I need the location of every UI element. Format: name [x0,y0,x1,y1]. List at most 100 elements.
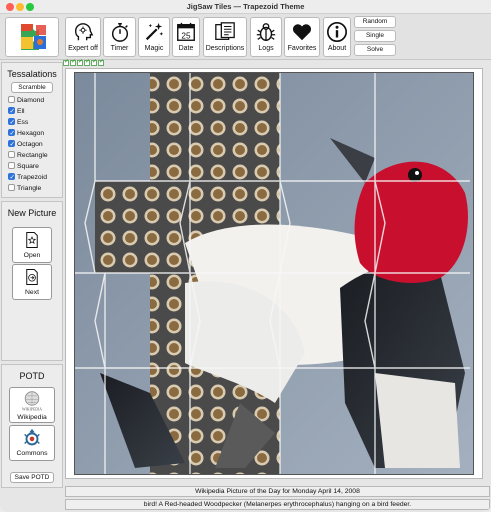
tessalation-option-diamond[interactable]: Diamond [2,95,62,106]
wikipedia-button[interactable]: WIKIPEDIA Wikipedia [9,387,55,423]
puzzle-board[interactable] [74,72,474,475]
checkbox[interactable] [8,162,15,169]
bug-icon [256,23,276,41]
magic-button[interactable]: Magic [138,17,170,57]
checkbox[interactable] [8,151,15,158]
tessalation-option-octagon[interactable]: Octagon [2,139,62,150]
checkbox[interactable] [8,184,15,191]
title-bar: JigSaw Tiles — Trapezoid Theme [0,0,491,14]
progress-check [91,58,97,66]
app-window: JigSaw Tiles — Trapezoid Theme Expert of… [0,0,491,512]
bird-eye [408,168,422,182]
date-label: Date [178,45,194,52]
heart-icon [292,24,312,41]
tessalation-option-ess[interactable]: Ess [2,117,62,128]
checkbox[interactable] [8,139,15,150]
open-document-icon [26,232,38,248]
potd-panel: POTD WIKIPEDIA Wikipedia Commons Save PO… [1,364,63,488]
new-picture-title: New Picture [7,208,57,218]
checkbox[interactable] [8,117,15,128]
commons-logo-icon [24,428,40,446]
logs-button[interactable]: Logs [250,17,282,57]
open-label: Open [23,252,41,259]
puzzle-frame [65,68,483,479]
tessalation-option-rectangle[interactable]: Rectangle [2,150,62,161]
option-label: Ell [17,108,25,115]
solved-indicators [63,58,105,67]
checkbox[interactable] [8,172,15,183]
favorites-label: Favorites [287,45,317,52]
option-label: Square [17,163,39,170]
tessalations-title: Tessalations [7,69,57,79]
next-document-icon [26,269,38,285]
progress-check [63,58,69,66]
bird-eye-glint [415,171,419,175]
expert-head-icon [74,23,94,41]
puzzle-image [75,73,473,474]
tessalation-option-trapezoid[interactable]: Trapezoid [2,172,62,183]
tessalations-panel: Tessalations Scramble Diamond Ell Ess Hexag… [1,62,63,198]
option-label: Hexagon [17,130,45,137]
option-label: Rectangle [17,152,48,159]
info-icon [327,22,347,42]
magic-label: Magic [144,45,164,52]
option-label: Ess [17,119,29,126]
favorites-button[interactable]: Favorites [284,17,320,57]
option-label: Diamond [17,97,45,104]
app-logo [5,17,59,57]
checkbox[interactable] [8,96,15,103]
timer-button[interactable]: Timer [103,17,136,57]
window-title: JigSaw Tiles — Trapezoid Theme [186,2,305,11]
checkbox[interactable] [8,106,15,117]
date-button[interactable]: 25 Date [172,17,200,57]
stopwatch-icon [111,23,128,42]
commons-label: Commons [16,450,48,457]
commons-button[interactable]: Commons [9,425,55,461]
wikipedia-globe-icon: WIKIPEDIA [22,391,42,411]
status-line-description: bird! A Red-headed Woodpecker (Melanerpe… [65,499,490,510]
progress-check [77,58,83,66]
wikipedia-wordmark: WIKIPEDIA [22,407,42,411]
descriptions-button[interactable]: Descriptions [203,17,247,57]
descriptions-label: Descriptions [205,45,245,52]
bird-feeder-piece [95,181,190,273]
tessalation-option-triangle[interactable]: Triangle [2,183,62,194]
next-button[interactable]: Next [12,264,52,300]
expert-label: Expert off [68,45,98,52]
descriptions-icon [215,22,235,40]
solve-button[interactable]: Solve [354,44,396,56]
expert-button[interactable]: Expert off [65,17,101,57]
tessalation-option-ell[interactable]: Ell [2,106,62,117]
tessalation-options: Diamond Ell Ess Hexagon Octagon Rectangle Squa… [2,95,62,194]
scramble-button[interactable]: Scramble [11,82,53,93]
tessalation-option-square[interactable]: Square [2,161,62,172]
progress-check [98,58,104,66]
calendar-icon: 25 [177,22,195,41]
progress-check [84,58,90,66]
timer-label: Timer [110,45,129,52]
checkbox[interactable] [8,128,15,139]
logs-label: Logs [258,45,274,52]
magic-wand-icon [145,22,164,41]
random-button[interactable]: Random [354,16,396,28]
option-label: Octagon [17,141,43,148]
single-button[interactable]: Single [354,30,396,42]
potd-title: POTD [19,371,45,381]
puzzle-logo-icon [21,24,46,50]
sidebar: Tessalations Scramble Diamond Ell Ess Hexag… [1,62,63,488]
progress-check [70,58,76,66]
tessalation-option-hexagon[interactable]: Hexagon [2,128,62,139]
calendar-day: 25 [181,31,191,40]
option-label: Triangle [17,185,42,192]
bird-white-patch [375,373,460,468]
wikipedia-label: Wikipedia [17,414,47,421]
new-picture-panel: New Picture Open Next [1,201,63,361]
status-line-title: Wikipedia Picture of the Day for Monday … [65,486,490,497]
about-label: About [327,45,347,52]
open-button[interactable]: Open [12,227,52,263]
toolbar: Expert off Timer Magic 25 Date Descripti… [0,14,491,60]
option-label: Trapezoid [17,174,47,181]
about-button[interactable]: About [323,17,351,57]
save-potd-button[interactable]: Save POTD [10,472,54,483]
next-label: Next [25,289,39,296]
